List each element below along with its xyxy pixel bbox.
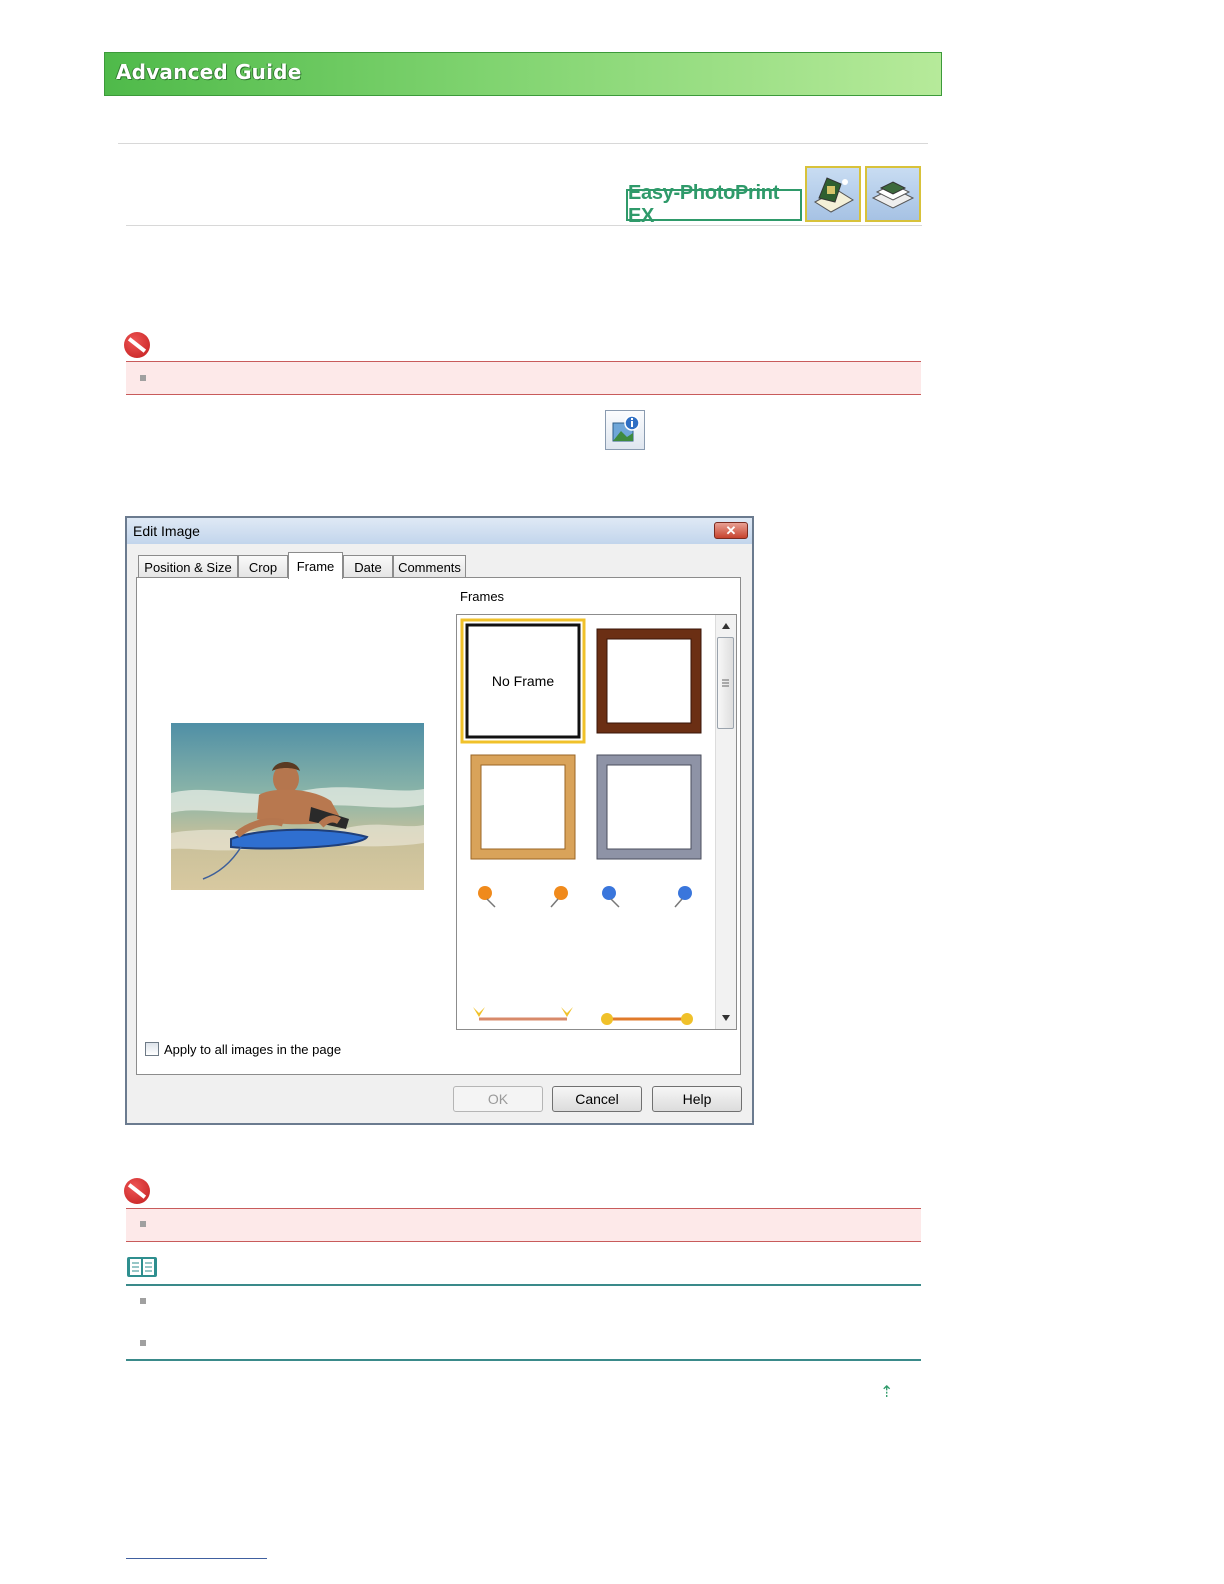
important-icon xyxy=(124,332,150,358)
tab-comments[interactable]: Comments xyxy=(393,555,466,578)
page-top-arrow-icon[interactable]: ⇡ xyxy=(880,1382,893,1402)
bullet-icon xyxy=(140,375,146,381)
apply-all-label: Apply to all images in the page xyxy=(164,1042,342,1057)
bullet-icon xyxy=(140,1298,146,1304)
divider xyxy=(118,143,928,144)
tab-date[interactable]: Date xyxy=(343,555,393,578)
note-divider xyxy=(126,1359,921,1361)
bullet-icon xyxy=(140,1221,146,1227)
important-notice xyxy=(126,1208,921,1242)
footnote-rule xyxy=(126,1558,267,1559)
bullet-icon xyxy=(140,1340,146,1346)
close-icon: ✕ xyxy=(725,523,737,538)
note-book-icon xyxy=(126,1256,158,1278)
divider xyxy=(126,225,922,226)
close-button[interactable]: ✕ xyxy=(714,522,748,539)
frames-label: Frames xyxy=(460,589,505,604)
tab-frame[interactable]: Frame xyxy=(288,552,343,579)
important-icon xyxy=(124,1178,150,1204)
tab-crop[interactable]: Crop xyxy=(238,555,288,578)
no-frame-option[interactable]: No Frame xyxy=(467,625,579,737)
important-notice xyxy=(126,361,921,395)
header-title: Advanced Guide xyxy=(116,60,302,84)
album-mode-icon xyxy=(805,166,861,222)
frames-list[interactable]: No Frame xyxy=(456,614,737,1030)
scrollbar-thumb[interactable] xyxy=(717,637,734,729)
dialog-title: Edit Image xyxy=(133,523,200,539)
image-preview xyxy=(171,723,424,890)
ok-button[interactable]: OK xyxy=(453,1086,543,1112)
tab-position-size[interactable]: Position & Size xyxy=(138,555,238,578)
image-info-button[interactable] xyxy=(605,410,645,450)
cancel-button[interactable]: Cancel xyxy=(552,1086,642,1112)
layout-print-mode-icon xyxy=(865,166,921,222)
product-badge: Easy-PhotoPrint EX xyxy=(626,182,802,227)
note-divider xyxy=(126,1284,921,1286)
dialog-titlebar xyxy=(127,518,752,544)
apply-all-checkbox[interactable] xyxy=(145,1042,159,1056)
help-button[interactable]: Help xyxy=(652,1086,742,1112)
